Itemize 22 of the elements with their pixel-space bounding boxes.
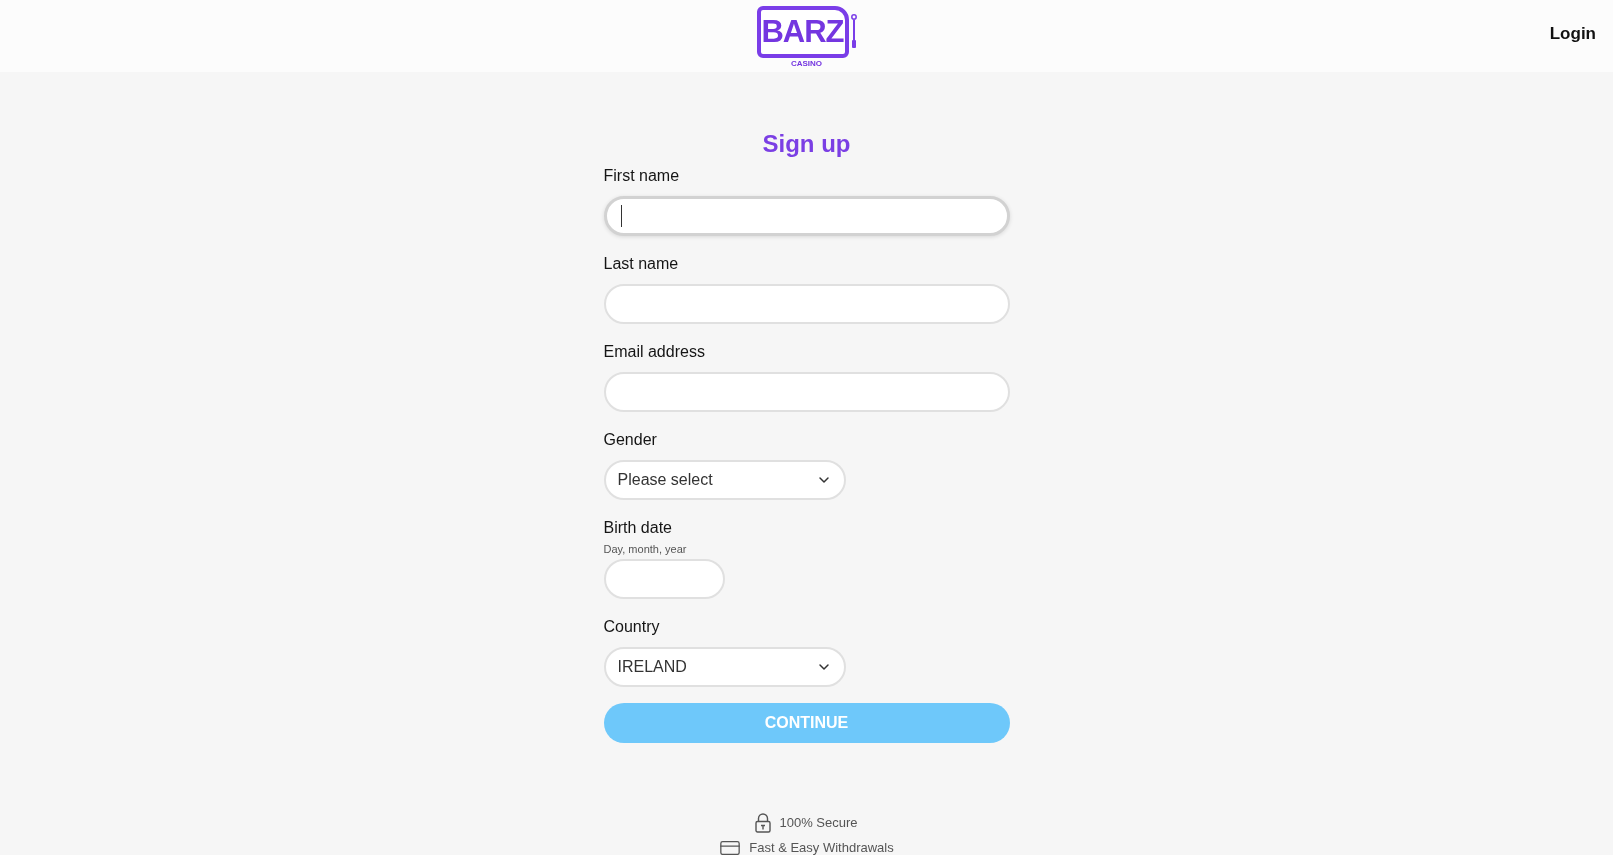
field-label: First name [603,166,681,186]
lever-icon [850,14,857,48]
logo-tagline: CASINO [790,59,823,68]
trust-badge-text: Fast & Easy Withdrawals [749,839,894,855]
login-link[interactable]: Login [1549,23,1596,45]
text-input-field[interactable] [603,372,1010,412]
field-label: Birth date [603,518,673,538]
dropdown[interactable]: Please select [603,460,846,500]
field-label: Gender [603,430,658,450]
text-input-field[interactable] [603,284,1010,324]
logo-wordmark: BARZ [761,15,844,49]
field-label: Country [603,617,661,637]
field-label: Last name [603,254,680,274]
field-hint: Day, month, year [603,542,688,556]
dropdown[interactable]: IRELAND [603,647,846,687]
date-input-field[interactable] [603,559,725,599]
field-label: Email address [603,342,706,362]
page-title: Sign up [761,129,852,159]
text-cursor-icon [620,205,622,227]
text-input-field[interactable] [603,196,1010,236]
lock-icon [755,813,772,833]
trust-badge-text: 100% Secure [779,814,858,832]
